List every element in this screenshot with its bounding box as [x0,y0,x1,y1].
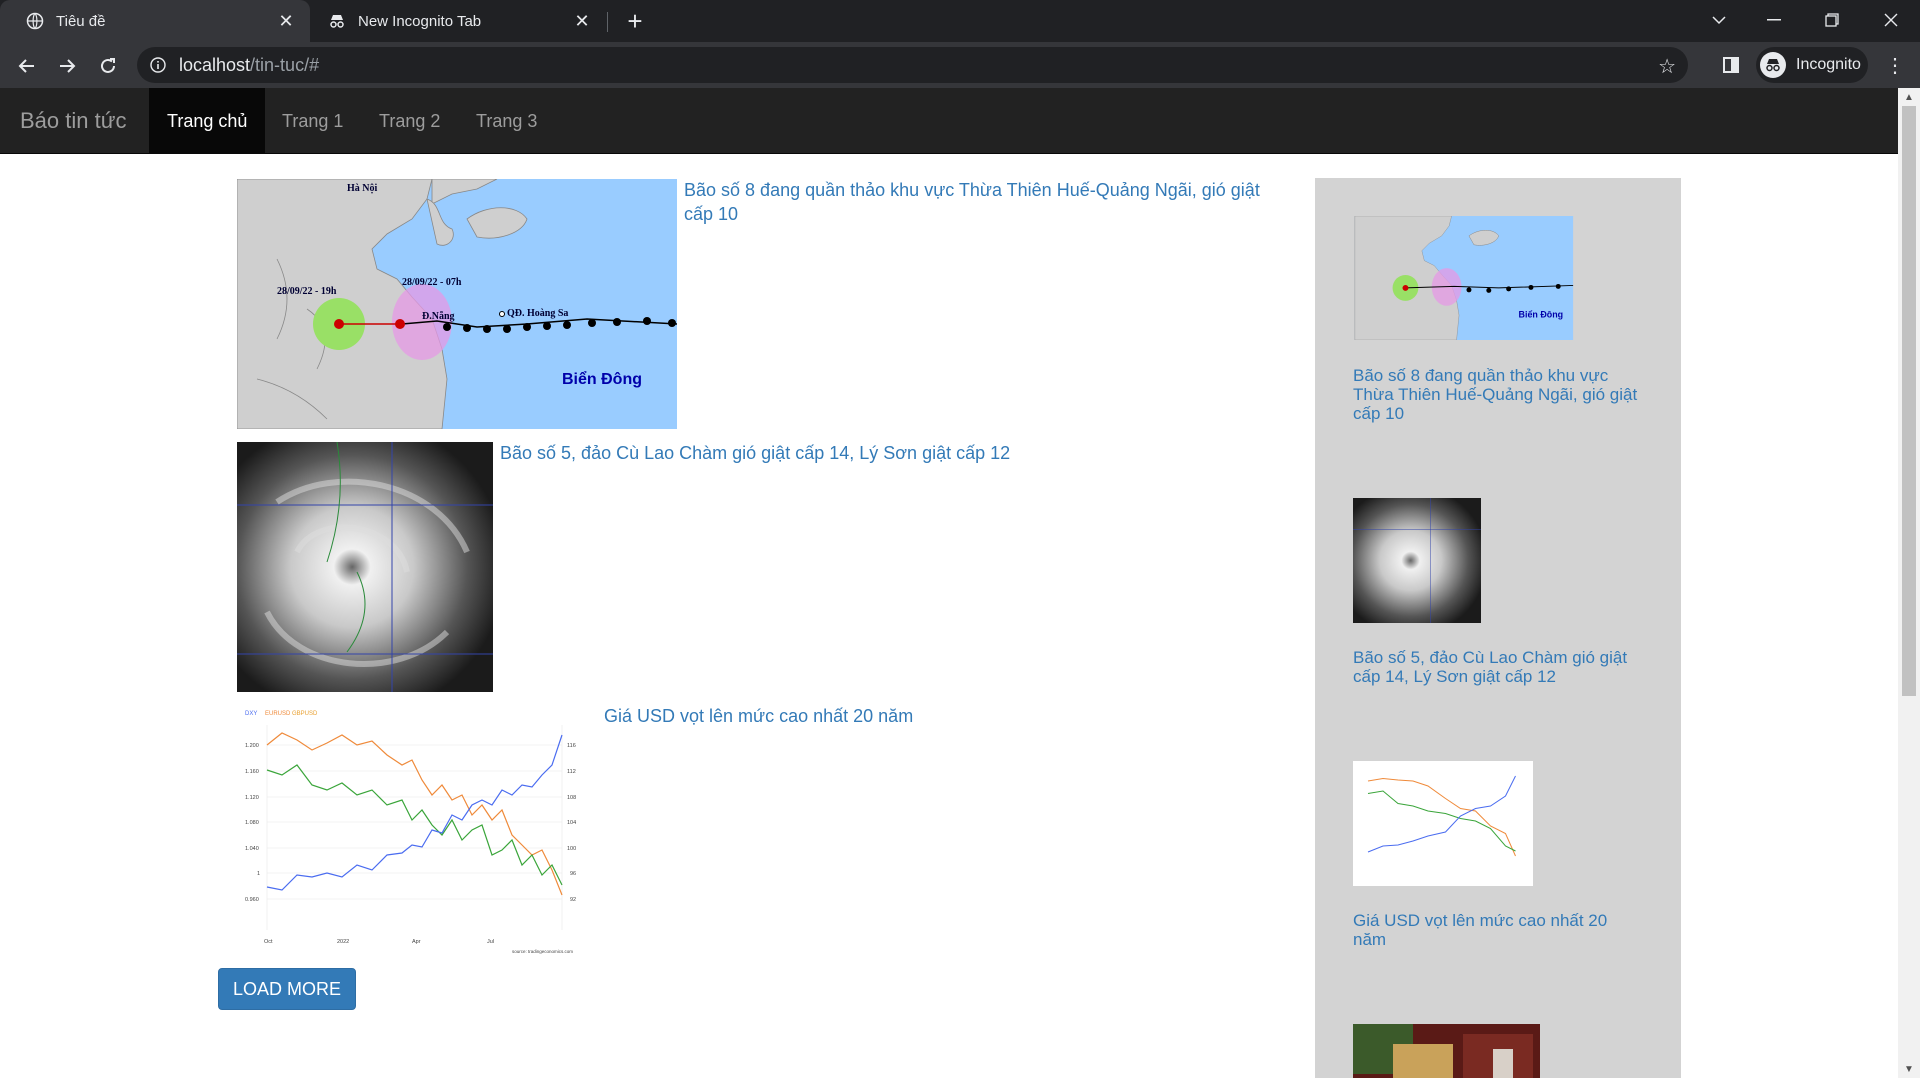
chart-legend-eurusd: EURUSD [265,711,291,717]
minimize-button[interactable] [1745,0,1803,40]
incognito-icon [1760,52,1786,78]
svg-text:1.200: 1.200 [245,743,259,749]
close-window-button[interactable] [1862,0,1920,40]
incognito-icon [328,12,346,30]
svg-text:100: 100 [567,846,576,852]
kebab-menu-icon[interactable]: ⋮ [1880,50,1910,80]
nav-trang-3[interactable]: Trang 3 [458,88,555,154]
tab-new-incognito[interactable]: New Incognito Tab ✕ [316,0,606,42]
svg-text:1: 1 [257,871,260,877]
globe-icon [26,12,44,30]
browser-tab-strip: Tiêu đề ✕ New Incognito Tab ✕ + [0,0,1920,42]
sidebar-thumb-satellite[interactable] [1353,498,1481,623]
svg-text:112: 112 [567,769,576,775]
reload-button[interactable] [92,50,124,82]
usd-chart-image[interactable]: DXY EURUSD GBPUSD 1.200 1.160 1.120 1.080 1.… [237,705,597,955]
profile-label: Incognito [1796,56,1861,73]
storm-track-map-image[interactable]: Hà Nội 28/09/22 - 19h 28/09/22 - 07h Đ.N… [237,179,677,429]
nav-trang-2[interactable]: Trang 2 [361,88,458,154]
article-title-link[interactable]: Giá USD vọt lên mức cao nhất 20 năm [604,704,1004,728]
map-label-biendong: Biển Đông [562,370,642,388]
url-path: /tin-tuc/# [250,54,320,75]
side-panel-icon[interactable] [1716,50,1746,80]
incognito-profile-button[interactable]: Incognito [1756,47,1868,83]
map-label-date2: 28/09/22 - 07h [402,277,462,288]
svg-text:104: 104 [567,820,576,826]
scroll-up-arrow-icon[interactable]: ▲ [1902,90,1916,104]
scroll-down-arrow-icon[interactable]: ▼ [1902,1062,1916,1076]
sidebar-thumb-assembly[interactable] [1353,1024,1540,1078]
svg-text:0.960: 0.960 [245,897,259,903]
scrollbar-thumb[interactable] [1902,106,1916,696]
svg-text:Oct: Oct [264,939,273,945]
sidebar-item-title[interactable]: Giá USD vọt lên mức cao nhất 20 năm [1353,911,1643,949]
svg-text:Jul: Jul [487,939,494,945]
svg-text:1.120: 1.120 [245,795,259,801]
satellite-storm-image[interactable] [237,442,493,692]
tab-tieu-de[interactable]: Tiêu đề ✕ [0,0,310,42]
svg-text:source: tradingeconomics.com: source: tradingeconomics.com [512,949,573,954]
svg-text:1.080: 1.080 [245,820,259,826]
browser-toolbar: localhost/tin-tuc/# ☆ Incognito ⋮ [0,42,1920,88]
site-brand[interactable]: Báo tin tức [20,88,126,154]
bookmark-star-icon[interactable]: ☆ [1658,54,1676,79]
restore-button[interactable] [1803,0,1861,40]
sidebar-item-title[interactable]: Bão số 5, đảo Cù Lao Chàm gió giật cấp 1… [1353,648,1643,686]
map-label-date1: 28/09/22 - 19h [277,286,337,297]
load-more-button[interactable]: LOAD MORE [218,968,356,1010]
page-viewport: Báo tin tức Trang chủ Trang 1 Trang 2 Tr… [0,88,1920,1078]
tab-divider [607,12,608,32]
close-icon[interactable]: ✕ [276,11,296,31]
svg-text:116: 116 [567,743,576,749]
address-bar[interactable]: localhost/tin-tuc/# ☆ [137,47,1688,83]
sidebar: Biển Đông Bão số 8 đang quần thảo khu vự… [1315,178,1681,1078]
map-label-hanoi: Hà Nội [347,183,378,194]
sidebar-thumb-usd-chart[interactable] [1353,761,1533,886]
article-title-link[interactable]: Bão số 5, đảo Cù Lao Chàm gió giật cấp 1… [500,441,1100,465]
svg-text:108: 108 [567,795,576,801]
chart-legend-gbpusd: GBPUSD [292,711,318,717]
article-title-link[interactable]: Bão số 8 đang quần thảo khu vực Thừa Thi… [684,178,1289,226]
close-icon[interactable]: ✕ [572,11,592,31]
svg-text:2022: 2022 [337,939,349,945]
nav-trang-chu[interactable]: Trang chủ [149,88,266,154]
svg-text:Apr: Apr [412,939,421,945]
url-host: localhost [179,54,251,75]
svg-text:96: 96 [570,871,576,877]
sidebar-thumb-storm-map[interactable]: Biển Đông [1353,216,1575,340]
map-label-hoangsa: QĐ. Hoàng Sa [507,308,568,319]
chart-legend-dxy: DXY [245,711,257,717]
back-button[interactable] [11,50,43,82]
sidebar-item-title[interactable]: Bão số 8 đang quần thảo khu vực Thừa Thi… [1353,366,1643,423]
map-label-biendong: Biển Đông [1519,310,1564,320]
svg-text:92: 92 [570,897,576,903]
site-navbar: Báo tin tức Trang chủ Trang 1 Trang 2 Tr… [0,88,1898,154]
page-scrollbar[interactable]: ▲ ▼ [1898,88,1920,1078]
svg-text:1.160: 1.160 [245,769,259,775]
tab-search-icon[interactable] [1690,0,1748,40]
forward-button[interactable] [51,50,83,82]
info-icon[interactable] [149,56,167,74]
svg-text:1.040: 1.040 [245,846,259,852]
map-label-danang: Đ.Nẵng [422,311,455,322]
nav-trang-1[interactable]: Trang 1 [264,88,361,154]
new-tab-button[interactable]: + [620,6,650,36]
tab-title: Tiêu đề [56,12,106,30]
tab-title: New Incognito Tab [358,12,482,30]
